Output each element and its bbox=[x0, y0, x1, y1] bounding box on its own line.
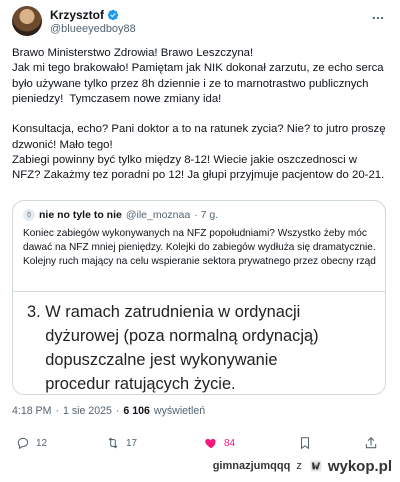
quoted-tweet[interactable]: ⚱ nie no tyle to nie @ile_moznaa · 7 g. … bbox=[12, 200, 386, 395]
tweet-meta: 4:18 PM · 1 sie 2025 · 6 106 wyświetleń bbox=[12, 405, 205, 417]
retweet-count: 17 bbox=[126, 437, 138, 449]
tweet-text: Brawo Ministerstwo Zdrowia! Brawo Leszcz… bbox=[12, 47, 386, 182]
views-label: wyświetleń bbox=[153, 405, 206, 417]
wykop-footer: gimnazjumqqq z wykop.pl bbox=[213, 456, 392, 476]
like-button[interactable]: 84 bbox=[204, 436, 235, 450]
more-options-icon[interactable] bbox=[370, 10, 386, 26]
wykop-logo[interactable]: wykop.pl bbox=[308, 457, 392, 475]
wykop-logo-icon bbox=[310, 460, 322, 472]
retweet-button[interactable]: 17 bbox=[106, 436, 137, 450]
meta-dot: · bbox=[55, 405, 59, 417]
quoted-image-text: 3. W ramach zatrudnienia w ordynacji dyż… bbox=[27, 303, 319, 393]
share-button[interactable] bbox=[364, 436, 378, 450]
reply-button[interactable]: 12 bbox=[16, 436, 47, 450]
tweet-actions: 12 17 84 bbox=[12, 436, 388, 454]
bookmark-icon bbox=[300, 437, 310, 450]
meta-dot: · bbox=[115, 405, 120, 417]
tweet-card: Krzysztof @blueeyedboy88 Brawo Ministers… bbox=[0, 0, 400, 482]
like-count: 84 bbox=[224, 437, 236, 449]
footer-separator: z bbox=[296, 460, 302, 472]
author-handle[interactable]: @blueeyedboy88 bbox=[50, 23, 136, 35]
quoted-text: Koniec zabiegów wykonywanych na NFZ popo… bbox=[23, 228, 376, 267]
tweet-header: Krzysztof @blueeyedboy88 bbox=[12, 6, 388, 38]
quoted-image[interactable]: 3. W ramach zatrudnienia w ordynacji dyż… bbox=[13, 291, 385, 394]
quoted-time: · 7 g. bbox=[194, 209, 219, 221]
author-name-row: Krzysztof bbox=[50, 8, 119, 22]
reply-icon bbox=[17, 437, 29, 450]
quoted-author-handle: @ile_moznaa bbox=[125, 209, 191, 221]
tweet-date[interactable]: 1 sie 2025 bbox=[63, 405, 112, 417]
author-name[interactable]: Krzysztof bbox=[50, 8, 104, 22]
quoted-header: ⚱ nie no tyle to nie @ile_moznaa · 7 g. bbox=[23, 209, 218, 221]
heart-filled-icon bbox=[205, 438, 216, 449]
quoted-author-name: nie no tyle to nie bbox=[39, 209, 122, 221]
quoted-avatar-icon: ⚱ bbox=[23, 209, 35, 221]
share-icon bbox=[365, 437, 377, 449]
reply-count: 12 bbox=[36, 437, 48, 449]
wykop-brand: wykop.pl bbox=[327, 457, 392, 475]
wykop-username[interactable]: gimnazjumqqq bbox=[213, 460, 291, 472]
verified-badge-icon bbox=[107, 9, 119, 21]
retweet-icon bbox=[108, 437, 118, 449]
tweet-time[interactable]: 4:18 PM bbox=[12, 405, 51, 417]
author-avatar[interactable] bbox=[12, 6, 42, 36]
views-count: 6 106 bbox=[123, 405, 150, 417]
bookmark-button[interactable] bbox=[298, 436, 312, 450]
